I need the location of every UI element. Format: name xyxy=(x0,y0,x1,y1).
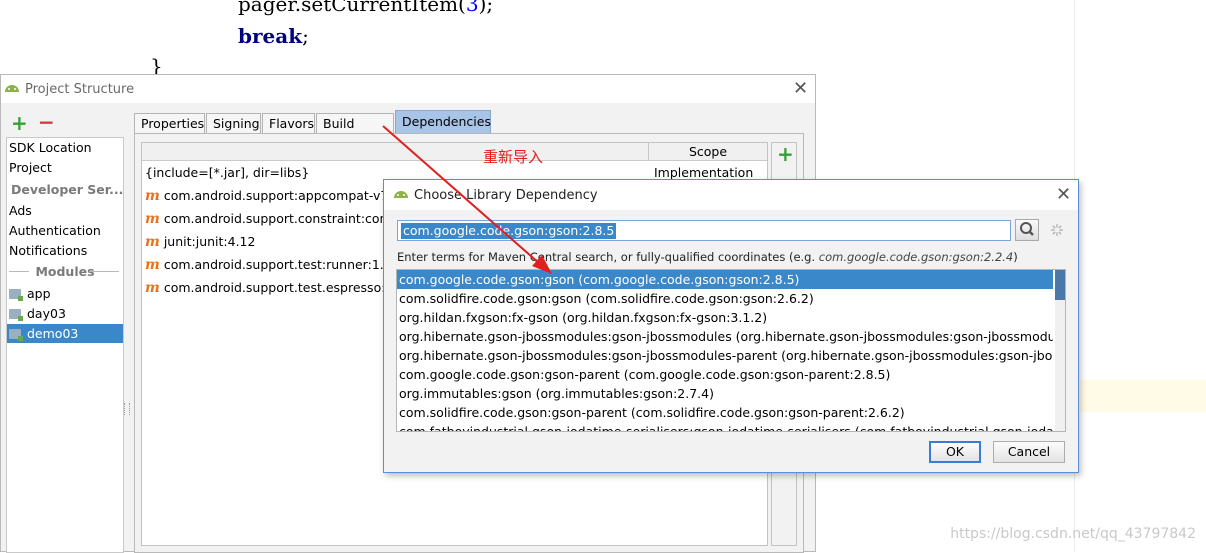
search-hint: Enter terms for Maven Central search, or… xyxy=(397,250,1018,264)
sidebar-header-modules: Modules xyxy=(7,262,123,281)
module-icon xyxy=(9,329,23,341)
remove-icon[interactable]: − xyxy=(38,112,55,132)
dependency-label: {include=[*.jar], dir=libs} xyxy=(145,165,310,180)
table-row[interactable]: {include=[*.jar], dir=libs} xyxy=(145,162,309,184)
code-line-2[interactable]: break; xyxy=(238,24,309,48)
ok-button[interactable]: OK xyxy=(929,441,981,463)
code-keyword: break xyxy=(238,24,303,48)
sidebar-item-notifications[interactable]: Notifications xyxy=(9,241,123,260)
add-icon[interactable]: + xyxy=(11,113,28,133)
annotation-reimport: 重新导入 xyxy=(483,148,544,166)
cancel-button[interactable]: Cancel xyxy=(993,441,1065,463)
column-header-dependency[interactable] xyxy=(142,143,649,161)
table-row[interactable]: m com.android.support.test.espresso:esp xyxy=(145,277,408,299)
project-structure-titlebar[interactable]: Project Structure ✕ xyxy=(1,75,815,103)
watermark: https://blog.csdn.net/qq_43797842 xyxy=(950,526,1196,542)
sidebar-item-ads[interactable]: Ads xyxy=(9,201,123,220)
tab-dependencies[interactable]: Dependencies xyxy=(395,110,491,133)
code-punct: ); xyxy=(478,0,494,16)
dialog-titlebar[interactable]: Choose Library Dependency ✕ xyxy=(384,180,1078,210)
list-item[interactable]: com.solidfire.code.gson:gson (com.solidf… xyxy=(397,289,1053,308)
module-label: day03 xyxy=(27,306,66,321)
dialog-title: Choose Library Dependency xyxy=(414,188,598,203)
tab-properties[interactable]: Properties xyxy=(134,113,205,133)
loading-spinner-icon xyxy=(1051,224,1063,236)
dependency-label: com.android.support.test.espresso:esp xyxy=(163,280,408,295)
search-input-selection: com.google.code.gson:gson:2.8.5 xyxy=(401,223,617,239)
code-object: pager. xyxy=(238,0,302,16)
code-method: setCurrentItem( xyxy=(301,0,466,16)
tab-build-types[interactable]: Build Types xyxy=(316,113,394,151)
column-header-scope[interactable]: Scope xyxy=(649,143,767,161)
dependency-label: junit:junit:4.12 xyxy=(163,234,256,249)
project-structure-sidebar: + − SDK Location Project Developer Ser..… xyxy=(1,103,125,553)
close-icon[interactable]: ✕ xyxy=(1056,186,1071,204)
table-row[interactable]: m junit:junit:4.12 xyxy=(145,231,255,253)
list-item[interactable]: org.hildan.fxgson:fx-gson (org.hildan.fx… xyxy=(397,308,1053,327)
list-item[interactable]: com.fatboyindustrial.gson-jodatime-seria… xyxy=(397,422,1053,431)
add-dependency-button[interactable]: + xyxy=(777,144,794,164)
sidebar-list: SDK Location Project Developer Ser... Ad… xyxy=(6,137,124,553)
module-icon xyxy=(9,309,23,321)
list-item[interactable]: org.hibernate.gson-jbossmodules:gson-jbo… xyxy=(397,327,1053,346)
android-icon xyxy=(5,85,19,93)
window-title: Project Structure xyxy=(25,82,135,97)
dependency-label: com.android.support.test:runner:1.0.2 xyxy=(163,257,404,272)
module-label: app xyxy=(27,286,51,301)
module-label: demo03 xyxy=(27,326,79,341)
hint-example: com.google.code.gson:gson:2.2.4 xyxy=(818,250,1014,264)
sidebar-item-project[interactable]: Project xyxy=(9,158,123,177)
tab-flavors[interactable]: Flavors xyxy=(262,113,315,133)
maven-icon: m xyxy=(145,257,160,273)
maven-icon: m xyxy=(145,188,160,204)
module-icon xyxy=(9,289,23,301)
list-item[interactable]: com.google.code.gson:gson-parent (com.go… xyxy=(397,365,1053,384)
sidebar-header-developer-services[interactable]: Developer Ser... xyxy=(11,180,125,199)
list-item[interactable]: com.solidfire.code.gson:gson-parent (com… xyxy=(397,403,1053,422)
sidebar-module-demo03[interactable]: demo03 xyxy=(7,324,123,343)
editor-line-highlight xyxy=(1080,380,1206,412)
tab-signing[interactable]: Signing xyxy=(206,113,261,133)
table-row[interactable]: m com.android.support:appcompat-v7:2 xyxy=(145,185,401,207)
code-punct: ; xyxy=(302,24,309,48)
hint-text: Enter terms for Maven Central search, or… xyxy=(397,250,819,264)
sidebar-item-sdk-location[interactable]: SDK Location xyxy=(9,138,123,157)
search-icon xyxy=(1020,222,1034,236)
sidebar-item-authentication[interactable]: Authentication xyxy=(9,221,123,240)
search-button[interactable] xyxy=(1015,219,1039,241)
scrollbar-thumb[interactable] xyxy=(1055,270,1065,300)
splitter-handle[interactable] xyxy=(124,403,130,415)
list-item[interactable]: com.google.code.gson:gson (com.google.co… xyxy=(397,270,1053,289)
dependency-label: com.android.support:appcompat-v7:2 xyxy=(163,188,401,203)
table-row[interactable]: m com.android.support.constraint:constr xyxy=(145,208,404,230)
search-results-list: com.google.code.gson:gson (com.google.co… xyxy=(396,269,1066,432)
maven-icon: m xyxy=(145,234,160,250)
list-item[interactable]: org.hibernate.gson-jbossmodules:gson-jbo… xyxy=(397,346,1053,365)
sidebar-module-day03[interactable]: day03 xyxy=(9,304,123,323)
modules-label: Modules xyxy=(35,264,95,279)
scope-value: Implementation xyxy=(654,165,754,180)
maven-icon: m xyxy=(145,211,160,227)
android-icon xyxy=(394,191,408,199)
table-row[interactable]: m com.android.support.test:runner:1.0.2 xyxy=(145,254,404,276)
sidebar-module-app[interactable]: app xyxy=(9,284,123,303)
choose-library-dependency-dialog: Choose Library Dependency ✕ com.google.c… xyxy=(383,179,1079,473)
close-icon[interactable]: ✕ xyxy=(793,80,808,98)
list-item[interactable]: org.immutables:gson (org.immutables:gson… xyxy=(397,384,1053,403)
hint-text-end: ) xyxy=(1013,250,1018,264)
code-line-1[interactable]: pager.setCurrentItem(3); xyxy=(238,0,493,16)
code-number: 3 xyxy=(465,0,479,16)
dependency-label: com.android.support.constraint:constr xyxy=(163,211,405,226)
maven-icon: m xyxy=(145,280,160,296)
